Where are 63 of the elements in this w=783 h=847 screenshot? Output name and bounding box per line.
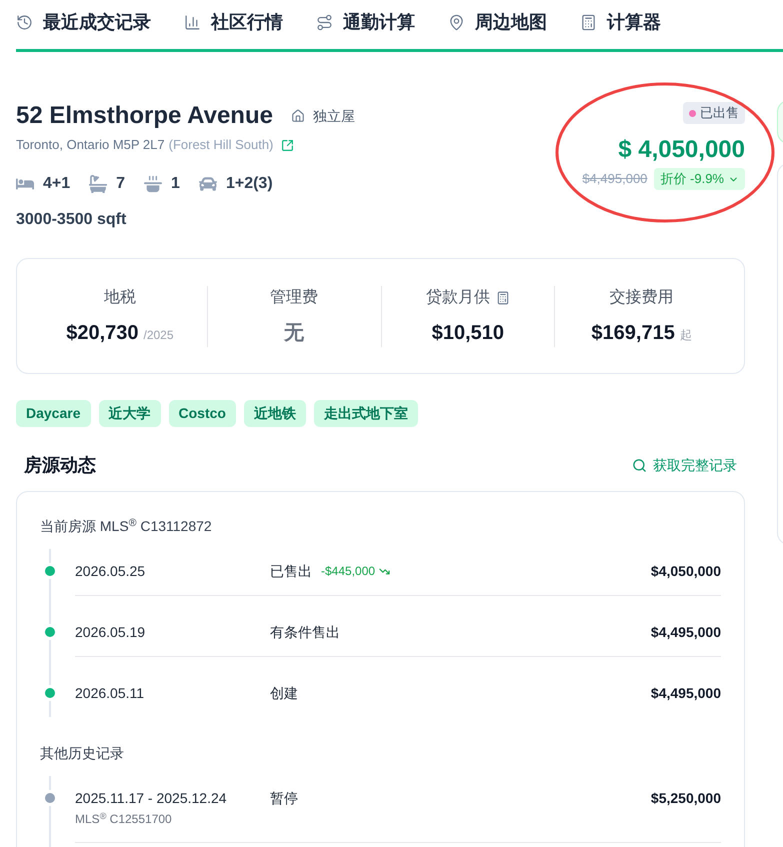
trend-down-icon xyxy=(379,566,390,576)
feature-value: 7 xyxy=(116,174,126,194)
neighbourhood-text: (Forest Hill South) xyxy=(168,136,274,154)
stat-value: 无 xyxy=(284,321,304,346)
nav-tab[interactable]: 社区行情 xyxy=(184,10,283,34)
mls-number: MLS$^{®}$ C12551700 xyxy=(75,810,173,828)
house-icon xyxy=(290,109,305,123)
map-pin-icon xyxy=(448,14,465,30)
location-text: Toronto, Ontario M5P 2L7 xyxy=(16,136,165,154)
feature-tag: 走出式地下室 xyxy=(314,400,418,427)
stat-value: $20,730 xyxy=(66,321,138,346)
event-type: 有条件售出 xyxy=(270,622,340,642)
event-type: 已售出 xyxy=(270,562,312,580)
steaming-pot-icon xyxy=(144,175,162,193)
size-text: 3000-3500 sqft xyxy=(16,210,128,230)
feature-tag: 近地铁 xyxy=(244,400,306,427)
feature-tag: 近大学 xyxy=(98,400,160,427)
nav-tab[interactable]: 计算器 xyxy=(580,10,661,34)
original-price: $4,495,000 xyxy=(582,170,648,188)
stat-value: $10,510 xyxy=(432,321,504,346)
calculator-icon xyxy=(580,14,597,30)
nav-tab[interactable]: 周边地图 xyxy=(448,10,547,34)
group-title: 其他历史记录 xyxy=(40,744,125,763)
event-date: 2026.05.25 xyxy=(75,562,146,581)
feature-tag: Costco xyxy=(168,400,236,427)
route-icon xyxy=(316,14,333,30)
event-price: $4,495,000 xyxy=(650,684,721,703)
clock-icon xyxy=(16,14,33,30)
stat-label: 交接费用 xyxy=(610,288,674,308)
event-type: 创建 xyxy=(270,684,298,702)
nav-tab[interactable]: 最近成交记录 xyxy=(16,10,151,34)
bar-chart-icon xyxy=(184,14,201,30)
event-date: 2026.05.11 xyxy=(75,684,146,703)
stat-suffix: /2025 xyxy=(144,327,174,344)
stat-label: 贷款月供 xyxy=(426,288,490,308)
external-link-icon[interactable] xyxy=(281,138,294,152)
group-title: 当前房源 MLS$^{®}$ C13112872 xyxy=(40,516,213,536)
listing-address: 52 Elmsthorpe Avenue xyxy=(16,101,273,131)
feature-value: 1+2(3) xyxy=(226,174,273,194)
car-icon xyxy=(198,175,217,193)
feature-value: 1 xyxy=(171,174,180,194)
event-price: $4,495,000 xyxy=(650,623,721,642)
nav-tab[interactable]: 通勤计算 xyxy=(316,10,415,34)
stat-value: $169,715 xyxy=(591,321,675,346)
stat-label: 地税 xyxy=(104,288,136,308)
property-type: 独立屋 xyxy=(312,106,355,126)
event-date: 2026.05.19 xyxy=(75,623,146,642)
event-price: $4,050,000 xyxy=(650,562,721,581)
event-price: $5,250,000 xyxy=(650,789,721,808)
feature-tag: Daycare xyxy=(16,400,90,427)
event-type: 暂停 xyxy=(270,788,298,808)
calculator-icon[interactable] xyxy=(496,291,510,305)
price-change: -$445,000 xyxy=(321,563,376,580)
stat-label: 管理费 xyxy=(270,288,318,308)
bathtub-icon xyxy=(89,175,108,193)
sold-price: $ 4,050,000 xyxy=(618,135,745,165)
full-history-link[interactable]: 获取完整记录 xyxy=(632,454,737,476)
status-label: 已出售 xyxy=(700,104,739,122)
stat-suffix: 起 xyxy=(680,327,692,344)
search-icon xyxy=(632,458,647,472)
event-date: 2025.11.17 - 2025.12.24 xyxy=(75,789,228,808)
section-title: 房源动态 xyxy=(24,454,96,476)
feature-value: 4+1 xyxy=(43,174,70,194)
